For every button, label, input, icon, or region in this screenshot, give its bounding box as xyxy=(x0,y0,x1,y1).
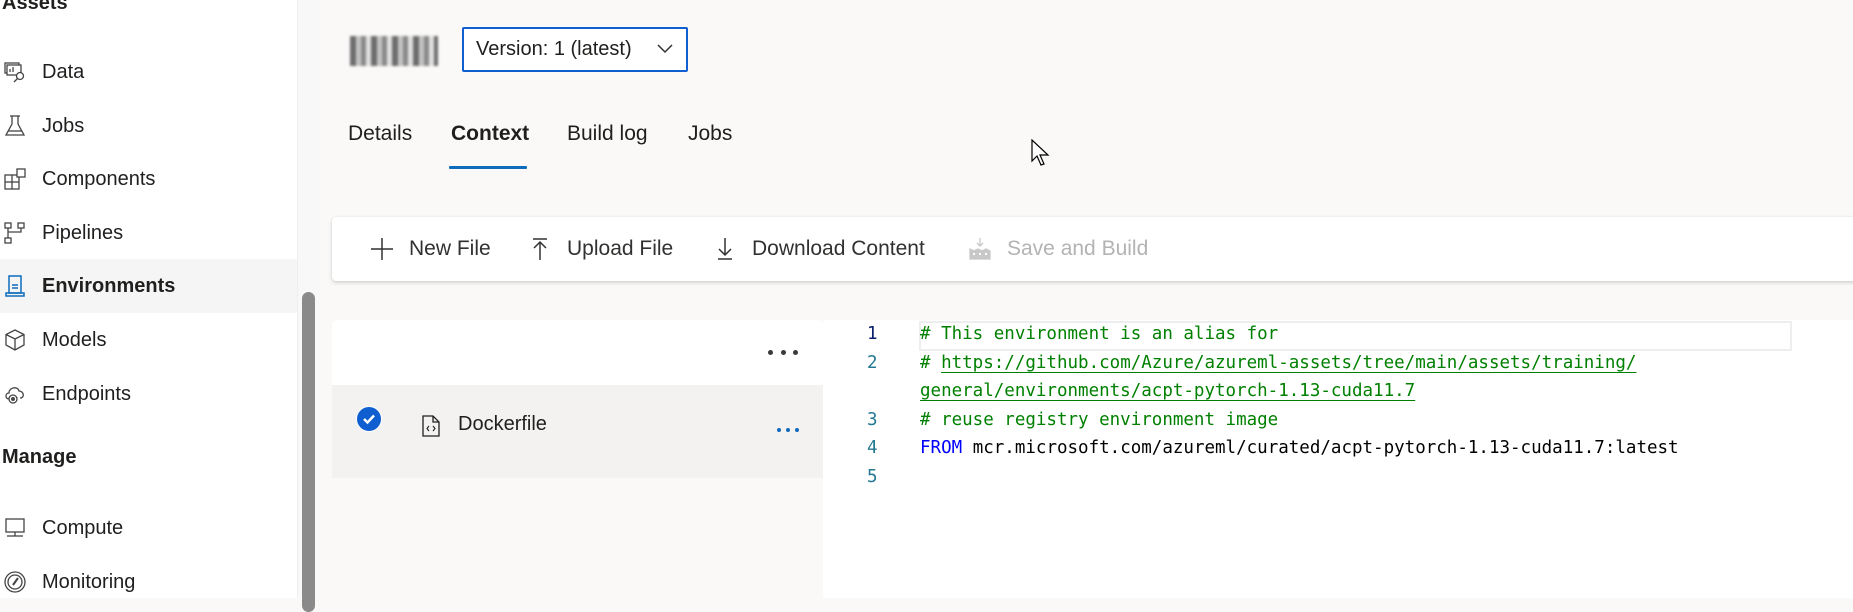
tab-context[interactable]: Context xyxy=(451,122,529,146)
chevron-down-icon xyxy=(656,38,674,61)
tab-jobs[interactable]: Jobs xyxy=(688,122,732,146)
active-tab-indicator xyxy=(449,166,527,169)
save-and-build-button[interactable]: Save and Build xyxy=(968,217,1148,281)
cube-icon xyxy=(2,327,28,353)
tab-build-log[interactable]: Build log xyxy=(567,122,648,146)
sidebar-scrollbar-thumb[interactable] xyxy=(302,292,315,612)
download-content-label: Download Content xyxy=(752,237,925,260)
line-number: 2 xyxy=(867,353,878,373)
code-line-1: # This environment is an alias for xyxy=(920,324,1278,344)
environment-icon xyxy=(2,273,28,299)
upload-file-label: Upload File xyxy=(567,237,674,260)
code-line-3: # reuse registry environment image xyxy=(920,410,1278,430)
image-reference: mcr.microsoft.com/azureml/curated/acpt-p… xyxy=(962,438,1679,458)
file-list-panel: Dockerfile xyxy=(332,320,823,598)
line-number: 5 xyxy=(867,467,878,487)
monitor-icon xyxy=(2,515,28,541)
more-dot xyxy=(777,428,781,432)
sidebar-item-label: Monitoring xyxy=(42,570,136,593)
sidebar-item-label: Jobs xyxy=(42,114,85,137)
environment-title-redacted xyxy=(350,36,438,66)
cloud-endpoint-icon xyxy=(2,381,28,407)
flask-icon xyxy=(2,113,28,139)
upload-icon xyxy=(528,237,552,261)
pipelines-icon xyxy=(2,220,28,246)
code-line-4: FROM mcr.microsoft.com/azureml/curated/a… xyxy=(920,438,1679,458)
sidebar-item-label: Compute xyxy=(42,516,124,539)
sidebar-item-label: Endpoints xyxy=(42,382,131,405)
save-and-build-label: Save and Build xyxy=(1007,237,1149,260)
left-nav-sidebar: Assets Data Jobs Components Pipelines En… xyxy=(0,0,320,598)
gauge-icon xyxy=(2,569,28,595)
file-row-dockerfile[interactable]: Dockerfile xyxy=(332,385,823,478)
sidebar-item-data[interactable]: Data xyxy=(0,45,297,99)
mouse-pointer-icon xyxy=(1031,138,1051,172)
sidebar-item-label: Models xyxy=(42,328,107,351)
more-dot xyxy=(795,428,799,432)
more-dot xyxy=(768,349,773,355)
file-name: Dockerfile xyxy=(458,413,547,435)
code-file-icon xyxy=(422,415,440,437)
file-list-more-button[interactable] xyxy=(768,342,798,362)
components-icon xyxy=(2,166,28,192)
line-number: 3 xyxy=(867,410,878,430)
sidebar-item-compute[interactable]: Compute xyxy=(0,501,297,555)
tab-details[interactable]: Details xyxy=(348,122,412,146)
comment-text: # This environment is an alias for xyxy=(920,324,1279,344)
sidebar-item-monitoring[interactable]: Monitoring xyxy=(0,555,297,609)
code-line-2-wrap: general/environments/acpt-pytorch-1.13-c… xyxy=(920,381,1415,401)
comment-text: # reuse registry environment image xyxy=(920,410,1279,430)
keyword-from: FROM xyxy=(920,438,963,458)
new-file-label: New File xyxy=(409,237,491,260)
code-editor[interactable]: 1 2 3 4 5 # This environment is an alias… xyxy=(823,320,1853,598)
save-build-icon xyxy=(968,237,992,261)
more-dot xyxy=(786,428,790,432)
line-number: 1 xyxy=(867,324,878,344)
sidebar-item-jobs[interactable]: Jobs xyxy=(0,99,297,153)
sidebar-item-label: Pipelines xyxy=(42,221,124,244)
comment-link-continued[interactable]: general/environments/acpt-pytorch-1.13-c… xyxy=(920,381,1415,401)
sidebar-item-pipelines[interactable]: Pipelines xyxy=(0,206,297,260)
sidebar-item-models[interactable]: Models xyxy=(0,313,297,367)
new-file-button[interactable]: New File xyxy=(370,217,491,281)
more-dot xyxy=(780,349,786,355)
context-toolbar: New File Upload File Download Content Sa… xyxy=(332,217,1853,281)
comment-hash: # xyxy=(920,353,942,373)
download-content-button[interactable]: Download Content xyxy=(713,217,925,281)
row-selected-checkbox[interactable] xyxy=(356,406,382,432)
file-row-more-button[interactable] xyxy=(777,427,799,433)
line-number: 4 xyxy=(867,438,878,458)
sidebar-item-label: Data xyxy=(42,60,85,83)
version-dropdown[interactable]: Version: 1 (latest) xyxy=(462,27,688,72)
sidebar-item-label: Components xyxy=(42,167,156,190)
plus-icon xyxy=(370,237,394,261)
more-dot xyxy=(793,349,798,355)
comment-link[interactable]: https://github.com/Azure/azureml-assets/… xyxy=(941,353,1636,373)
code-line-2: # https://github.com/Azure/azureml-asset… xyxy=(920,353,1636,373)
assets-heading: Assets xyxy=(2,0,68,14)
data-icon xyxy=(2,59,28,85)
upload-file-button[interactable]: Upload File xyxy=(528,217,673,281)
sidebar-item-endpoints[interactable]: Endpoints xyxy=(0,367,297,421)
sidebar-item-label: Environments xyxy=(42,274,176,297)
sidebar-item-components[interactable]: Components xyxy=(0,152,297,206)
download-icon xyxy=(713,237,737,261)
version-dropdown-value: Version: 1 (latest) xyxy=(476,38,632,60)
file-list-header xyxy=(332,320,823,385)
manage-heading: Manage xyxy=(2,446,77,468)
sidebar-item-environments[interactable]: Environments xyxy=(0,259,297,313)
